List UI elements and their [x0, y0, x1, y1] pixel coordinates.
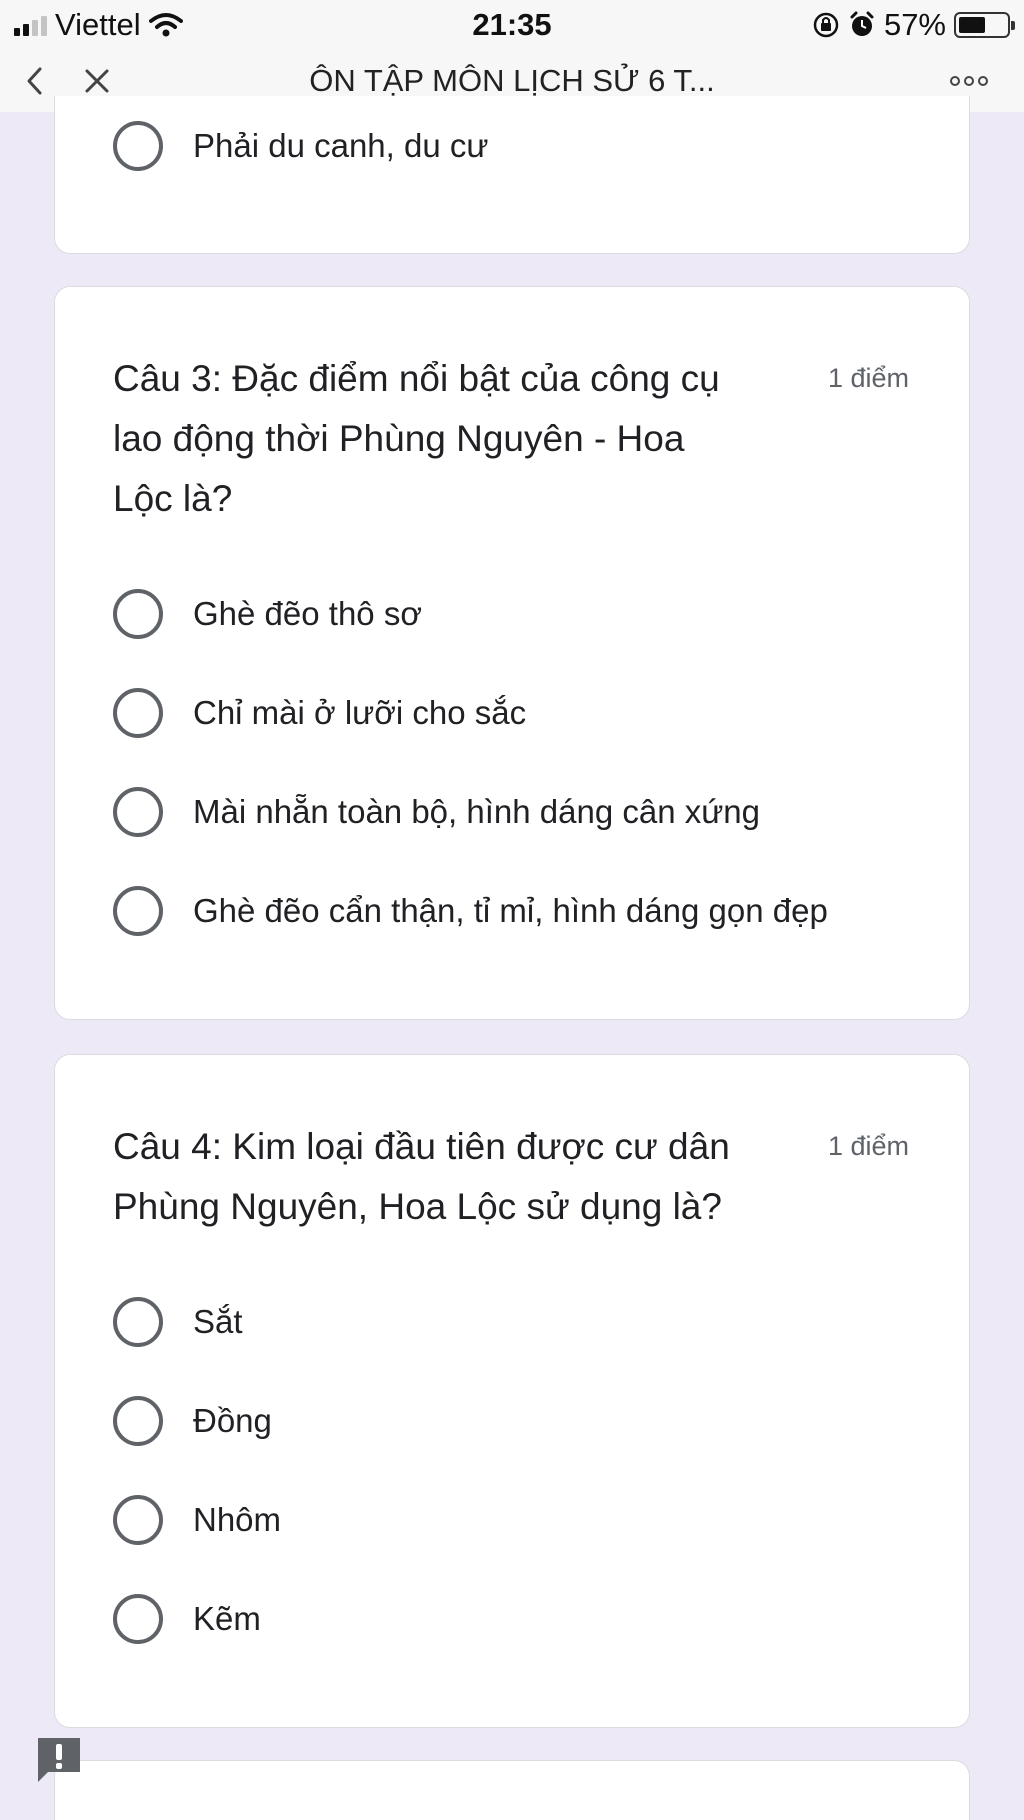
- question-card-4: Câu 4: Kim loại đầu tiên được cư dân Phù…: [54, 1054, 970, 1728]
- radio-button[interactable]: [113, 1594, 163, 1644]
- question-title: Câu 3: Đặc điểm nổi bật của công cụ lao …: [113, 358, 720, 519]
- wifi-icon: [148, 13, 183, 37]
- question-points: 1 điểm: [827, 363, 909, 393]
- report-problem-icon: [38, 1738, 80, 1782]
- battery-percent: 57%: [883, 7, 946, 42]
- radio-button[interactable]: [113, 886, 163, 936]
- more-button[interactable]: [944, 64, 994, 98]
- question-title: Câu 4: Kim loại đầu tiên được cư dân Phù…: [113, 1126, 730, 1227]
- answer-option[interactable]: Phải du canh, du cư: [113, 116, 488, 176]
- option-label: Nhôm: [193, 1501, 282, 1538]
- more-icon: [950, 76, 988, 86]
- question-card-previous: Phải du canh, du cư: [54, 96, 970, 254]
- report-problem-button[interactable]: [34, 1734, 84, 1784]
- radio-button[interactable]: [113, 1495, 163, 1545]
- status-bar: Viettel 21:35 57%: [0, 0, 1024, 50]
- answer-option[interactable]: Nhôm: [113, 1490, 281, 1550]
- question-card-3: Câu 3: Đặc điểm nổi bật của công cụ lao …: [54, 286, 970, 1020]
- question-points: 1 điểm: [827, 1131, 909, 1161]
- close-icon: [85, 69, 109, 93]
- status-right: 57%: [812, 7, 1015, 43]
- answer-option[interactable]: Đồng: [113, 1391, 272, 1451]
- radio-button[interactable]: [113, 1396, 163, 1446]
- answer-option[interactable]: Sắt: [113, 1292, 243, 1352]
- answer-option[interactable]: Kẽm: [113, 1589, 261, 1649]
- answer-option[interactable]: Ghè đẽo thô sơ: [113, 584, 422, 644]
- answer-option[interactable]: Ghè đẽo cẩn thận, tỉ mỉ, hình dáng gọn đ…: [113, 881, 828, 941]
- battery-icon: [954, 12, 1015, 38]
- option-label: Ghè đẽo thô sơ: [193, 595, 422, 632]
- option-label: Kẽm: [193, 1600, 261, 1637]
- radio-button[interactable]: [113, 688, 163, 738]
- battery-fill: [959, 17, 986, 33]
- question-card-next: [54, 1760, 970, 1820]
- radio-button[interactable]: [113, 787, 163, 837]
- radio-button[interactable]: [113, 1297, 163, 1347]
- radio-button[interactable]: [113, 589, 163, 639]
- status-left: Viettel: [14, 7, 183, 43]
- answer-option[interactable]: Chỉ mài ở lưỡi cho sắc: [113, 683, 526, 743]
- answer-option[interactable]: Mài nhẵn toàn bộ, hình dáng cân xứng: [113, 782, 760, 842]
- option-label: Sắt: [193, 1303, 243, 1340]
- option-label: Mài nhẵn toàn bộ, hình dáng cân xứng: [193, 793, 761, 830]
- alarm-icon: [850, 11, 874, 36]
- carrier-name: Viettel: [55, 7, 141, 42]
- signal-icon: [14, 14, 47, 36]
- option-label: Ghè đẽo cẩn thận, tỉ mỉ, hình dáng gọn đ…: [193, 892, 828, 929]
- back-icon: [27, 67, 42, 95]
- radio-button[interactable]: [113, 121, 163, 171]
- option-label: Đồng: [193, 1402, 272, 1439]
- option-label: Phải du canh, du cư: [193, 127, 489, 164]
- option-label: Chỉ mài ở lưỡi cho sắc: [193, 694, 527, 731]
- orientation-lock-icon: [813, 12, 839, 38]
- page-title: ÔN TẬP MÔN LỊCH SỬ 6 T...: [309, 63, 715, 98]
